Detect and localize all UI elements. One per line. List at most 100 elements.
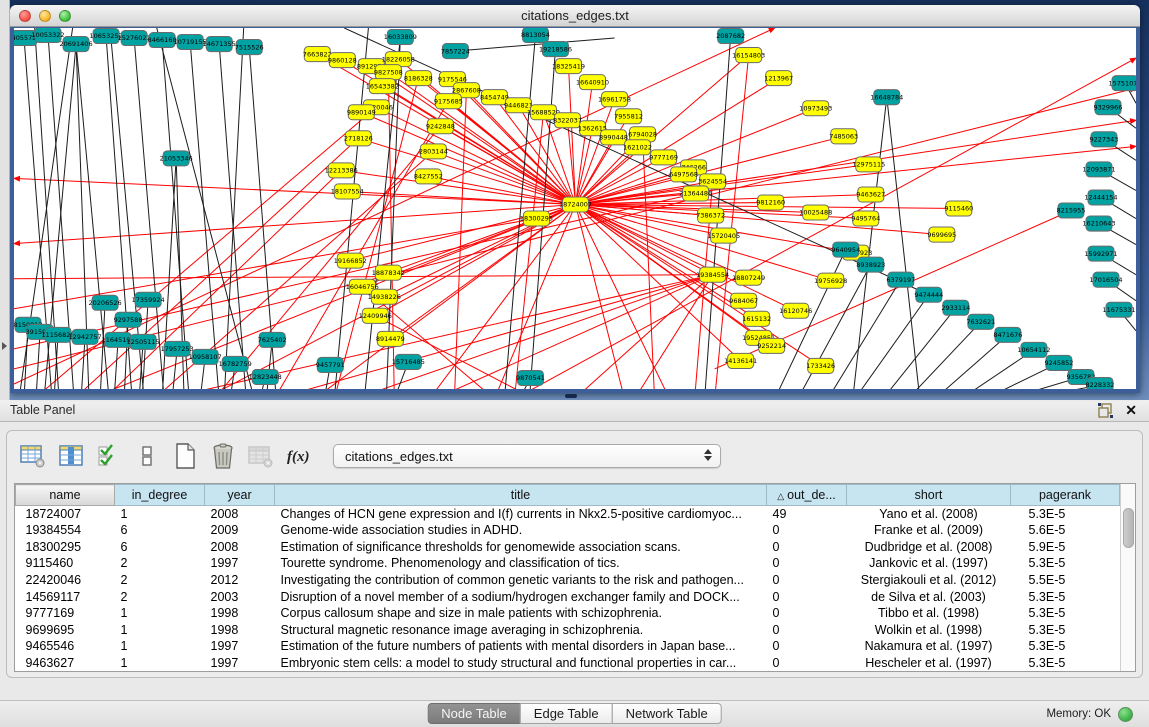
table-cell[interactable]: 0 bbox=[767, 638, 847, 655]
graph-node[interactable]: 15992971 bbox=[1084, 246, 1117, 261]
graph-node[interactable]: 18325419 bbox=[552, 59, 585, 74]
graph-node[interactable]: 16210643 bbox=[1082, 216, 1115, 231]
tab-network-table[interactable]: Network Table bbox=[612, 703, 722, 724]
graph-edge[interactable] bbox=[576, 82, 593, 204]
graph-node[interactable]: 8186328 bbox=[404, 71, 433, 86]
graph-edge[interactable] bbox=[855, 295, 929, 389]
graph-edge[interactable] bbox=[576, 204, 670, 389]
graph-edge[interactable] bbox=[574, 275, 712, 389]
table-cell[interactable]: 1 bbox=[115, 621, 205, 638]
graph-node[interactable]: 10958107 bbox=[189, 349, 222, 364]
table-cell[interactable]: 1998 bbox=[205, 621, 275, 638]
graph-node[interactable]: 15276021 bbox=[118, 31, 151, 46]
graph-node[interactable]: 10654112 bbox=[1017, 342, 1050, 357]
graph-node[interactable]: 1615132 bbox=[742, 311, 771, 326]
graph-edge[interactable] bbox=[361, 112, 575, 204]
table-cell[interactable]: 1997 bbox=[205, 638, 275, 655]
new-table-button[interactable] bbox=[169, 441, 200, 471]
table-cell[interactable]: 5.3E-5 bbox=[1011, 605, 1120, 622]
function-builder-button[interactable]: f(x) bbox=[283, 441, 314, 471]
graph-node[interactable]: 18878342 bbox=[372, 265, 405, 280]
graph-node[interactable]: 6379197 bbox=[886, 272, 915, 287]
select-all-button[interactable] bbox=[93, 441, 124, 471]
graph-node[interactable]: 9699695 bbox=[927, 227, 956, 242]
table-cell[interactable]: 6 bbox=[115, 539, 205, 556]
table-row[interactable]: 2242004622012Investigating the contribut… bbox=[16, 572, 1120, 589]
table-cell[interactable]: Genome-wide association studies in ADHD. bbox=[275, 522, 767, 539]
table-cell[interactable]: Changes of HCN gene expression and I(f) … bbox=[275, 506, 767, 523]
deselect-all-button[interactable] bbox=[131, 441, 162, 471]
table-cell[interactable]: Stergiakouli et al. (2012) bbox=[847, 572, 1011, 589]
table-cell[interactable]: 9465546 bbox=[16, 638, 115, 655]
graph-node[interactable]: 8813054 bbox=[521, 28, 550, 43]
table-cell[interactable]: 0 bbox=[767, 555, 847, 572]
network-view[interactable]: 1872400776638229860128891295418226058982… bbox=[14, 28, 1136, 389]
graph-node[interactable]: 10973493 bbox=[799, 101, 832, 116]
show-columns-button[interactable] bbox=[55, 441, 86, 471]
graph-node[interactable]: 15720405 bbox=[707, 228, 740, 243]
table-cell[interactable]: 5.3E-5 bbox=[1011, 588, 1120, 605]
graph-node[interactable]: 9812160 bbox=[756, 195, 785, 210]
graph-node[interactable]: 7515526 bbox=[235, 40, 264, 55]
graph-edge[interactable] bbox=[440, 126, 575, 204]
graph-node[interactable]: 9495764 bbox=[851, 211, 880, 226]
graph-node[interactable]: 14938226 bbox=[368, 289, 401, 304]
graph-node[interactable]: 9640954 bbox=[831, 242, 860, 257]
collapsed-side-panel[interactable] bbox=[0, 0, 10, 400]
graph-node[interactable]: 11675331 bbox=[1102, 302, 1135, 317]
table-cell[interactable]: Structural magnetic resonance image aver… bbox=[275, 621, 767, 638]
table-cell[interactable]: 0 bbox=[767, 654, 847, 671]
graph-node[interactable]: 16154803 bbox=[732, 48, 765, 63]
table-cell[interactable]: 18300295 bbox=[16, 539, 115, 556]
graph-node[interactable]: 8471676 bbox=[993, 327, 1022, 342]
graph-node[interactable]: 12213386 bbox=[325, 163, 358, 178]
vertical-scrollbar[interactable] bbox=[1120, 484, 1135, 671]
table-cell[interactable]: 0 bbox=[767, 588, 847, 605]
graph-node[interactable]: 12409946 bbox=[359, 308, 392, 323]
graph-edge[interactable] bbox=[434, 275, 712, 389]
column-header-short[interactable]: short bbox=[847, 485, 1011, 506]
table-cell[interactable]: Hescheler et al. (1997) bbox=[847, 654, 1011, 671]
graph-node[interactable]: 9252214 bbox=[757, 338, 786, 353]
table-cell[interactable]: 22420046 bbox=[16, 572, 115, 589]
table-cell[interactable]: Dudbridge et al. (2008) bbox=[847, 539, 1011, 556]
table-cell[interactable]: 2003 bbox=[205, 588, 275, 605]
graph-node[interactable]: 7485063 bbox=[829, 129, 858, 144]
table-cell[interactable]: 2 bbox=[115, 555, 205, 572]
graph-node[interactable]: 14671355 bbox=[203, 37, 236, 52]
graph-edge[interactable] bbox=[883, 308, 956, 389]
graph-node[interactable]: 9175685 bbox=[434, 94, 463, 109]
graph-edge[interactable] bbox=[14, 178, 576, 204]
graph-edge[interactable] bbox=[154, 28, 254, 389]
graph-node[interactable]: 16033809 bbox=[384, 30, 417, 45]
graph-node[interactable]: 9227343 bbox=[1090, 132, 1119, 147]
graph-node[interactable]: 15716485 bbox=[392, 354, 425, 369]
graph-node[interactable]: 9297588 bbox=[114, 312, 143, 327]
table-cell[interactable]: 6 bbox=[115, 522, 205, 539]
table-cell[interactable]: 2012 bbox=[205, 572, 275, 589]
table-cell[interactable]: 0 bbox=[767, 572, 847, 589]
table-cell[interactable]: 9699695 bbox=[16, 621, 115, 638]
graph-node[interactable]: 12505115 bbox=[127, 334, 160, 349]
graph-node[interactable]: 19756928 bbox=[814, 273, 847, 288]
graph-node[interactable]: 7632621 bbox=[966, 314, 995, 329]
graph-node[interactable]: 2718126 bbox=[344, 131, 373, 146]
graph-node[interactable]: 2087682 bbox=[716, 29, 745, 44]
graph-node[interactable]: 9245852 bbox=[1044, 355, 1073, 370]
column-header-title[interactable]: title bbox=[275, 485, 767, 506]
table-cell[interactable]: 2 bbox=[115, 572, 205, 589]
graph-edge[interactable] bbox=[124, 320, 128, 389]
table-cell[interactable]: 1 bbox=[115, 506, 205, 523]
table-cell[interactable]: de Silva et al. (2003) bbox=[847, 588, 1011, 605]
graph-node[interactable]: 18807249 bbox=[732, 270, 765, 285]
graph-node[interactable]: 17359924 bbox=[132, 292, 165, 307]
graph-node[interactable]: 9457791 bbox=[316, 357, 345, 372]
graph-node[interactable]: 9463627 bbox=[856, 187, 885, 202]
table-cell[interactable]: 5.9E-5 bbox=[1011, 539, 1120, 556]
graph-edge[interactable] bbox=[887, 97, 920, 389]
graph-node[interactable]: 8914479 bbox=[376, 331, 405, 346]
graph-node[interactable]: 7955812 bbox=[614, 109, 643, 124]
table-row[interactable]: 911546021997Tourette syndrome. Phenomeno… bbox=[16, 555, 1120, 572]
graph-node[interactable]: 1213967 bbox=[764, 71, 793, 86]
graph-edge[interactable] bbox=[190, 42, 219, 389]
